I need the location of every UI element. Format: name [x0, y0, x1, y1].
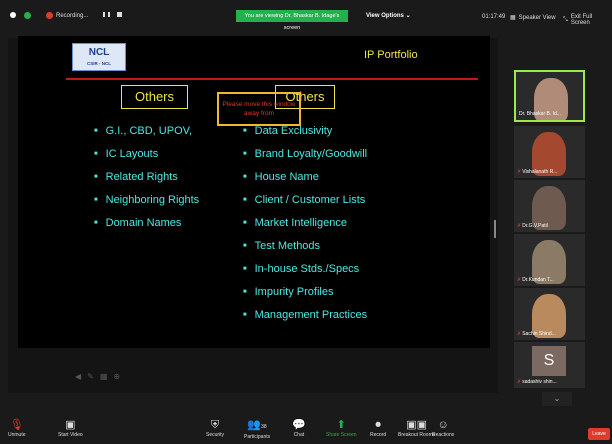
list-item: G.I., CBD, UPOV, — [94, 120, 199, 143]
list-item: Domain Names — [94, 212, 199, 235]
stop-recording-icon[interactable] — [117, 12, 122, 17]
right-bullet-list: Data Exclusivity Brand Loyalty/Goodwill … — [243, 120, 368, 327]
list-item: Management Practices — [243, 304, 368, 327]
security-button[interactable]: ⛨ Security — [206, 418, 224, 438]
muted-mic-icon: ✗ — [517, 169, 522, 175]
muted-mic-icon: ✗ — [517, 223, 522, 229]
left-column-header: Others — [121, 85, 188, 109]
muted-mic-icon: ✗ — [517, 277, 522, 283]
participant-tile[interactable]: Dr. Bhaskar B. Id... — [514, 70, 585, 122]
scroll-down-chevron-icon[interactable]: ⌄ — [542, 392, 572, 406]
participant-name: Dr. Bhaskar B. Id... — [519, 111, 561, 117]
list-item: House Name — [243, 166, 367, 189]
participant-tile[interactable]: ✗Dr.Kundan T... — [514, 234, 585, 286]
participant-tile[interactable]: S ✗sadashiv shin... — [514, 342, 585, 388]
pause-recording-icon[interactable] — [103, 12, 110, 17]
participant-tile[interactable]: ✗Sachin Shind... — [514, 288, 585, 340]
share-screen-button[interactable]: ⬆ Share Screen — [326, 418, 357, 438]
list-item: Data Exclusivity — [243, 120, 367, 143]
exit-full-screen-icon: ⤡ — [563, 16, 568, 23]
stage-splitter-handle[interactable] — [494, 220, 496, 238]
shield-icon: ⛨ — [210, 419, 220, 431]
participants-button[interactable]: 👥38 Participants — [244, 418, 270, 440]
security-shield-icon[interactable] — [24, 12, 31, 19]
info-icon[interactable] — [10, 12, 16, 18]
meeting-toolbar: 🎙 Unmute ▣ Start Video ⛨ Security 👥38 Pa… — [0, 412, 612, 444]
participant-name: Dr.Kundan T... — [522, 277, 554, 283]
video-off-icon: ▣ — [65, 419, 76, 431]
start-video-button[interactable]: ▣ Start Video — [58, 418, 83, 438]
left-bullet-list: G.I., CBD, UPOV, IC Layouts Related Righ… — [94, 120, 200, 235]
slide-controls: ◀ ✎ ▦ ⊕ — [75, 372, 120, 381]
exit-full-screen-button[interactable]: ⤡ Exit Full Screen — [563, 14, 612, 26]
participant-tile[interactable]: ✗Dr.G.V.Patil — [514, 180, 585, 232]
record-button[interactable]: ⏺ Record — [370, 418, 386, 438]
participant-name: Dr.G.V.Patil — [522, 223, 548, 229]
unmute-button[interactable]: 🎙 Unmute — [8, 418, 26, 438]
chat-icon: 💬 — [292, 419, 306, 431]
prev-slide-icon[interactable]: ◀ — [75, 372, 81, 381]
recording-indicator[interactable]: Recording... — [46, 12, 88, 19]
viewing-screen-banner: You are viewing Dr. Bhaskar B. Idage's s… — [236, 10, 348, 31]
participant-name: Sachin Shind... — [522, 331, 556, 337]
breakout-rooms-button[interactable]: ▣▣ Breakout Rooms — [398, 418, 435, 438]
muted-mic-icon: ✗ — [517, 379, 522, 385]
list-item: In-house Stds./Specs — [243, 258, 367, 281]
slide-title: IP Portfolio — [364, 49, 418, 61]
list-item: Related Rights — [94, 166, 199, 189]
speaker-view-button[interactable]: ▦ Speaker View — [510, 14, 556, 22]
reactions-icon: ☺ — [437, 419, 449, 431]
speaker-view-icon: ▦ — [510, 15, 516, 21]
list-item: IC Layouts — [94, 143, 199, 166]
reactions-button[interactable]: ☺ Reactions — [432, 418, 454, 438]
muted-mic-icon: ✗ — [517, 331, 522, 337]
list-item: Impurity Profiles — [243, 281, 367, 304]
meeting-timer: 01:17:49 — [482, 14, 506, 20]
record-dot-icon — [46, 12, 53, 19]
grid-icon[interactable]: ▦ — [100, 372, 108, 381]
participant-tile[interactable]: ✗Vishalanath R... — [514, 126, 585, 178]
avatar: S — [532, 346, 566, 376]
title-divider — [66, 78, 478, 80]
chat-button[interactable]: 💬 Chat — [292, 418, 306, 438]
presentation-slide: NCL CSIR - NCL IP Portfolio Others Other… — [18, 36, 490, 348]
participants-icon: 👥38 — [247, 419, 267, 431]
list-item: Test Methods — [243, 235, 367, 258]
top-bar: Recording... You are viewing Dr. Bhaskar… — [0, 0, 612, 38]
leave-button[interactable]: Leave — [588, 428, 610, 440]
ncl-logo: NCL CSIR - NCL — [72, 43, 126, 71]
list-item: Neighboring Rights — [94, 189, 200, 212]
participant-name: sadashiv shin... — [522, 379, 557, 385]
list-item: Market Intelligence — [243, 212, 367, 235]
list-item: Brand Loyalty/Goodwill — [243, 143, 368, 166]
mic-muted-icon: 🎙 — [9, 419, 24, 431]
recording-label: Recording... — [56, 12, 89, 19]
record-icon: ⏺ — [375, 419, 381, 431]
zoom-icon[interactable]: ⊕ — [113, 372, 120, 381]
breakout-rooms-icon: ▣▣ — [406, 419, 428, 431]
pen-icon[interactable]: ✎ — [87, 372, 94, 381]
view-options-dropdown[interactable]: View Options ⌄ — [366, 12, 411, 19]
share-screen-icon: ⬆ — [336, 419, 346, 431]
participant-name: Vishalanath R... — [522, 169, 558, 175]
list-item: Client / Customer Lists — [243, 189, 367, 212]
